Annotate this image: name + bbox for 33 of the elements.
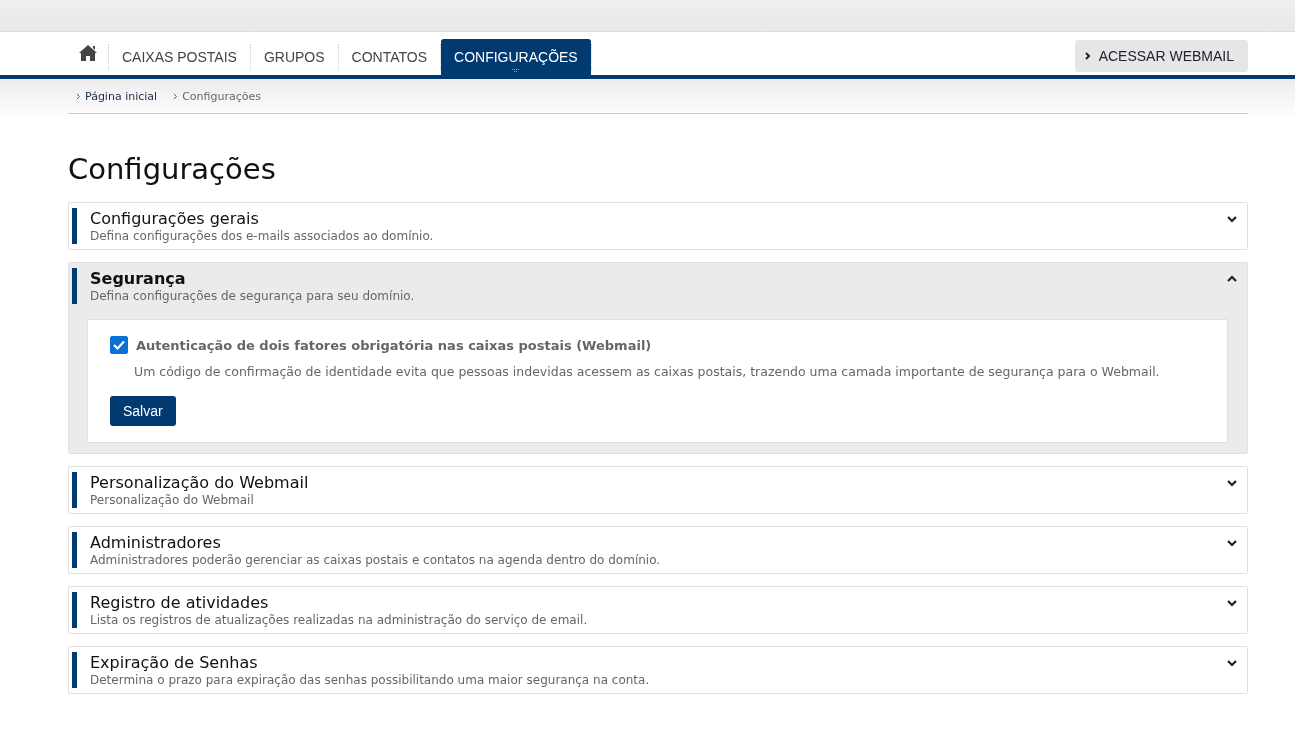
section-title[interactable]: Personalização do Webmail bbox=[90, 472, 1227, 493]
chevron-icon[interactable] bbox=[1227, 539, 1237, 547]
chevron-icon[interactable] bbox=[1227, 479, 1237, 487]
chevron-icon[interactable] bbox=[1227, 275, 1237, 283]
checkbox-label: Autenticação de dois fatores obrigatória nas caixas postais (Webmail) bbox=[136, 337, 652, 353]
section-description: Defina configurações dos e-mails associados ao domínio. bbox=[90, 229, 435, 244]
section-title[interactable]: Configurações gerais bbox=[90, 208, 1227, 229]
section-title[interactable]: Registro de atividades bbox=[90, 592, 1227, 613]
section-title[interactable]: Administradores bbox=[90, 532, 1227, 553]
breadcrumb-item: Configurações bbox=[182, 89, 261, 103]
section-description: Determina o prazo para expiração das senhas possibilitando uma maior segurança na conta. bbox=[90, 673, 651, 688]
chevron-icon bbox=[76, 92, 81, 100]
page-title: Configurações bbox=[68, 152, 277, 186]
section-description: Defina configurações de segurança para seu domínio. bbox=[90, 289, 416, 304]
help-text: Um código de confirmação de identidade evita que pessoas indevidas acessem as caixas postais, trazendo uma camada importante de segurança para o Webmail. bbox=[134, 364, 1161, 379]
section-description: Administradores poderão gerenciar as caixas postais e contatos na agenda dentro do domínio. bbox=[90, 553, 662, 568]
nav-tab[interactable]: GRUPOS bbox=[250, 39, 338, 75]
nav-tab[interactable]: CONTATOS bbox=[338, 39, 441, 75]
nav-tab[interactable]: CAIXAS POSTAIS bbox=[109, 39, 250, 75]
nav-tab[interactable]: CONFIGURAÇÕES bbox=[441, 39, 591, 75]
chevron-icon[interactable] bbox=[1227, 215, 1237, 223]
webmail-button[interactable]: ACESSAR WEBMAIL bbox=[1074, 39, 1248, 72]
section-title[interactable]: Segurança bbox=[90, 268, 1227, 289]
chevron-icon[interactable] bbox=[1227, 659, 1237, 667]
chevron-icon[interactable] bbox=[1227, 599, 1237, 607]
chevron-icon bbox=[1084, 51, 1091, 60]
section-description: Personalização do Webmail bbox=[90, 493, 255, 508]
checkbox[interactable] bbox=[110, 336, 128, 354]
section-description: Lista os registros de atualizações realizadas na administração do serviço de email. bbox=[90, 613, 589, 628]
section-title[interactable]: Expiração de Senhas bbox=[90, 652, 1227, 673]
breadcrumb-item[interactable]: Página inicial bbox=[85, 89, 158, 103]
chevron-icon bbox=[173, 92, 179, 100]
save-button[interactable]: Salvar bbox=[110, 396, 176, 426]
